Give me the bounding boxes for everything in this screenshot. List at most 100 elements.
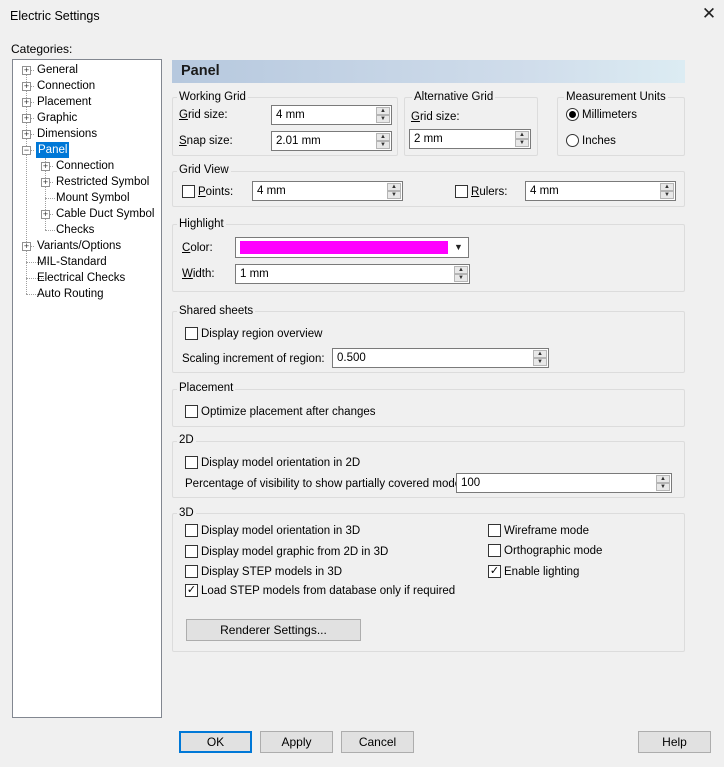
expand-icon[interactable]: + [41,162,50,171]
rulers-input[interactable]: 4 mm ▲ ▼ [525,181,676,201]
tree-item-auto-routing[interactable]: Auto Routing [37,286,104,302]
snap-size-label: Snap size: [179,135,233,147]
display-step-3d-checkbox[interactable] [185,565,198,578]
wireframe-checkbox[interactable] [488,524,501,537]
tree-item-mil-standard[interactable]: MIL-Standard [37,254,107,270]
spin-down-icon[interactable]: ▼ [660,191,674,199]
points-input[interactable]: 4 mm ▲ ▼ [252,181,403,201]
orthographic-checkbox[interactable] [488,544,501,557]
expand-icon[interactable]: + [41,178,50,187]
help-button[interactable]: Help [638,731,711,753]
placement-label: Placement [177,382,236,395]
load-step-label: Load STEP models from database only if r… [201,585,456,597]
scaling-increment-input[interactable]: 0.500 ▲ ▼ [332,348,549,368]
shared-sheets-label: Shared sheets [177,305,256,318]
expand-icon[interactable]: + [22,130,31,139]
categories-label: Categories: [11,42,73,56]
spin-up-icon[interactable]: ▲ [533,350,547,358]
color-select[interactable]: ▼ [235,237,469,258]
expand-icon[interactable]: + [22,66,31,75]
apply-button[interactable]: Apply [260,731,333,753]
category-tree[interactable]: + General + Connection + Placement + Gra… [12,59,162,718]
expand-icon[interactable]: + [22,242,31,251]
working-grid-label: Working Grid [177,91,248,104]
snap-size-input[interactable]: 2.01 mm ▲ ▼ [271,131,392,151]
spin-down-icon[interactable]: ▼ [376,141,390,149]
rulers-label: Rulers: [471,186,508,198]
spin-up-icon[interactable]: ▲ [660,183,674,191]
3d-label: 3D [177,507,196,520]
tree-item-connection[interactable]: Connection [37,78,95,94]
chevron-down-icon[interactable]: ▼ [450,239,467,256]
inches-radio[interactable] [566,134,579,147]
window-title: Electric Settings [10,9,100,23]
display-step-3d-label: Display STEP models in 3D [201,566,343,578]
load-step-checkbox[interactable]: ✓ [185,584,198,597]
alternative-grid-label: Alternative Grid [412,91,496,104]
spin-up-icon[interactable]: ▲ [376,133,390,141]
width-label: Width: [182,268,215,280]
tree-item-checks[interactable]: Checks [56,222,94,238]
orthographic-label: Orthographic mode [504,545,603,557]
spin-down-icon[interactable]: ▼ [533,358,547,366]
tree-item-panel-connection[interactable]: Connection [56,158,114,174]
renderer-settings-button[interactable]: Renderer Settings... [186,619,361,641]
display-orientation-3d-checkbox[interactable] [185,524,198,537]
tree-item-restricted-symbol[interactable]: Restricted Symbol [56,174,149,190]
color-label: Color: [182,242,213,254]
display-graphic-2d-3d-label: Display model graphic from 2D in 3D [201,546,389,558]
spin-up-icon[interactable]: ▲ [376,107,390,115]
rulers-checkbox[interactable] [455,185,468,198]
tree-item-general[interactable]: General [37,62,78,78]
visibility-percentage-label: Percentage of visibility to show partial… [185,478,473,490]
display-orientation-2d-label: Display model orientation in 2D [201,457,361,469]
millimeters-label: Millimeters [582,109,637,121]
scaling-increment-label: Scaling increment of region: [182,353,325,365]
tree-item-placement[interactable]: Placement [37,94,91,110]
visibility-percentage-input[interactable]: 100 ▲ ▼ [456,473,672,493]
tree-item-graphic[interactable]: Graphic [37,110,77,126]
grid-size-input[interactable]: 4 mm ▲ ▼ [271,105,392,125]
highlight-label: Highlight [177,218,226,231]
width-input[interactable]: 1 mm ▲ ▼ [235,264,470,284]
spin-down-icon[interactable]: ▼ [656,483,670,491]
spin-up-icon[interactable]: ▲ [454,266,468,274]
tree-item-electrical-checks[interactable]: Electrical Checks [37,270,125,286]
panel-header: Panel [172,60,685,83]
optimize-placement-checkbox[interactable] [185,405,198,418]
expand-icon[interactable]: + [22,114,31,123]
color-swatch [240,241,448,254]
tree-item-dimensions[interactable]: Dimensions [37,126,97,142]
display-graphic-2d-3d-checkbox[interactable] [185,545,198,558]
enable-lighting-checkbox[interactable]: ✓ [488,565,501,578]
close-icon[interactable]: ✕ [700,5,718,23]
tree-item-variants-options[interactable]: Variants/Options [37,238,121,254]
grid-size-label: Grid size: [179,109,228,121]
spin-up-icon[interactable]: ▲ [387,183,401,191]
ok-button[interactable]: OK [179,731,252,753]
spin-down-icon[interactable]: ▼ [376,115,390,123]
cancel-button[interactable]: Cancel [341,731,414,753]
expand-icon[interactable]: + [41,210,50,219]
display-orientation-2d-checkbox[interactable] [185,456,198,469]
collapse-icon[interactable]: − [22,146,31,155]
spin-down-icon[interactable]: ▼ [454,274,468,282]
spin-down-icon[interactable]: ▼ [387,191,401,199]
spin-up-icon[interactable]: ▲ [515,131,529,139]
points-checkbox[interactable] [182,185,195,198]
display-region-overview-label: Display region overview [201,328,323,340]
alt-grid-size-input[interactable]: 2 mm ▲ ▼ [409,129,531,149]
spin-down-icon[interactable]: ▼ [515,139,529,147]
measurement-units-label: Measurement Units [564,91,668,104]
tree-item-panel[interactable]: Panel [36,142,70,158]
spin-up-icon[interactable]: ▲ [656,475,670,483]
tree-item-mount-symbol[interactable]: Mount Symbol [56,190,130,206]
points-label: Points: [198,186,234,198]
tree-item-cable-duct-symbol[interactable]: Cable Duct Symbol [56,206,154,222]
expand-icon[interactable]: + [22,82,31,91]
millimeters-radio[interactable] [566,108,579,121]
grid-view-label: Grid View [177,164,231,177]
panel-title: Panel [181,63,220,79]
expand-icon[interactable]: + [22,98,31,107]
display-region-overview-checkbox[interactable] [185,327,198,340]
